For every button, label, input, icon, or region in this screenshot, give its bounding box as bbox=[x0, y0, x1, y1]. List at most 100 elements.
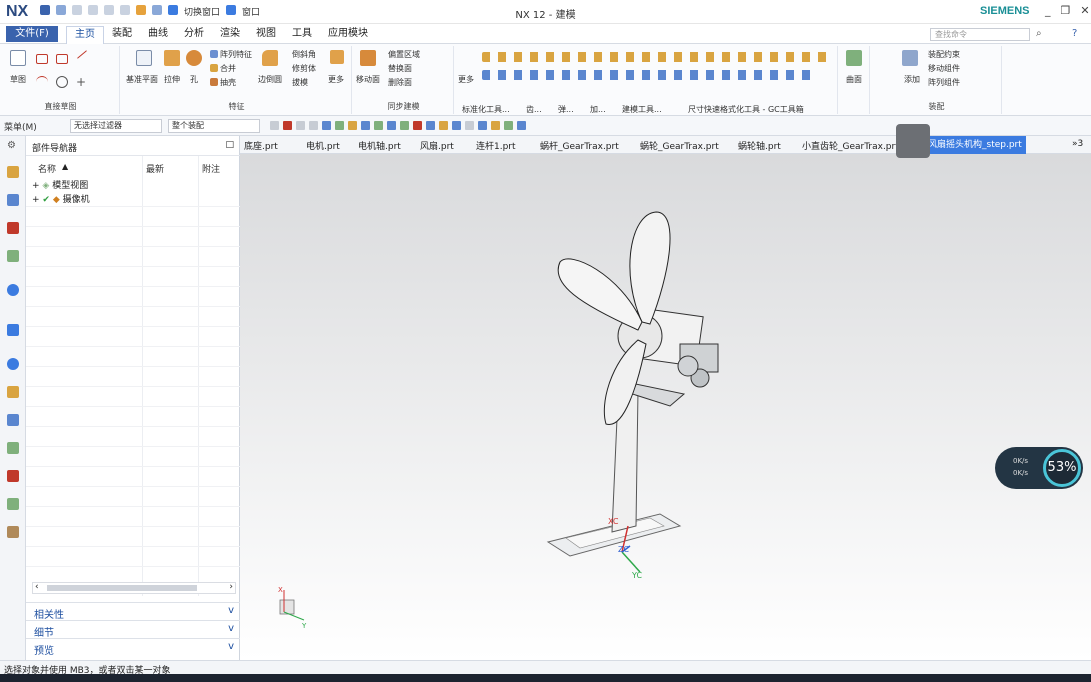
extrude-button[interactable]: 拉伸 bbox=[164, 74, 180, 85]
chevron-down-icon[interactable]: v bbox=[228, 641, 234, 652]
network-monitor-widget[interactable]: 0K/s 0K/s 53% bbox=[995, 447, 1083, 489]
main-menu-button[interactable]: 菜单(M) bbox=[4, 120, 37, 133]
hd3d-tools-icon[interactable] bbox=[7, 284, 19, 296]
snap-icon-10[interactable] bbox=[387, 121, 396, 130]
snap-icon-19[interactable] bbox=[504, 121, 513, 130]
pattern-feature-button[interactable]: 阵列特征 bbox=[220, 49, 252, 60]
offset-region-button[interactable]: 偏置区域 bbox=[388, 49, 420, 60]
snap-icon-14[interactable] bbox=[439, 121, 448, 130]
datum-plane-button[interactable]: 基准平面 bbox=[126, 74, 158, 85]
file-menu-button[interactable]: 文件(F) bbox=[6, 26, 58, 42]
chamfer-button[interactable]: 倒斜角 bbox=[292, 49, 316, 60]
system-scene-icon[interactable] bbox=[7, 470, 19, 482]
rectangle-icon[interactable] bbox=[56, 54, 68, 64]
shell-icon[interactable] bbox=[210, 78, 218, 86]
selection-scope-dropdown[interactable]: 整个装配 bbox=[168, 119, 260, 133]
draft-button[interactable]: 拔模 bbox=[292, 77, 308, 88]
move-face-button[interactable]: 移动面 bbox=[356, 74, 380, 85]
group-label-dimension-format[interactable]: 尺寸快速格式化工具 - GC工具箱 bbox=[688, 104, 804, 115]
tab-applications[interactable]: 应用模块 bbox=[320, 26, 376, 44]
edge-blend-button[interactable]: 边倒圆 bbox=[258, 74, 282, 85]
snap-icon-20[interactable] bbox=[517, 121, 526, 130]
snap-icon-3[interactable] bbox=[296, 121, 305, 130]
snap-icon-4[interactable] bbox=[309, 121, 318, 130]
view-triad-cube[interactable] bbox=[279, 599, 295, 615]
column-header-latest[interactable]: 最新 bbox=[146, 162, 164, 175]
snap-icon-9[interactable] bbox=[374, 121, 383, 130]
gear-large[interactable] bbox=[677, 355, 699, 377]
surface-icon[interactable] bbox=[846, 50, 862, 66]
part-navigator-icon[interactable] bbox=[7, 222, 19, 234]
snap-icon-6[interactable] bbox=[335, 121, 344, 130]
command-search-input[interactable]: 查找命令 bbox=[930, 28, 1030, 41]
graphics-window[interactable]: XC ZC YC X Y bbox=[240, 154, 1091, 660]
help-icon[interactable]: ? bbox=[1072, 28, 1077, 39]
unite-icon[interactable] bbox=[210, 64, 218, 72]
trim-body-button[interactable]: 修剪体 bbox=[292, 63, 316, 74]
history-icon[interactable] bbox=[7, 358, 19, 370]
move-face-icon[interactable] bbox=[360, 50, 376, 66]
tab-curve[interactable]: 曲线 bbox=[140, 26, 176, 44]
panel-details[interactable]: 细节 v bbox=[26, 620, 240, 639]
column-header-name[interactable]: 名称 bbox=[38, 162, 56, 175]
tab-render[interactable]: 渲染 bbox=[212, 26, 248, 44]
chevron-down-icon[interactable]: v bbox=[228, 623, 234, 634]
group-label-spring[interactable]: 弹... bbox=[558, 104, 574, 115]
group-label-process[interactable]: 加... bbox=[590, 104, 606, 115]
move-component-button[interactable]: 移动组件 bbox=[928, 63, 960, 74]
hole-button[interactable]: 孔 bbox=[190, 74, 198, 85]
snap-icon-2[interactable] bbox=[283, 121, 292, 130]
add-component-button[interactable]: 添加 bbox=[904, 74, 920, 85]
file-tab[interactable]: 电机.prt bbox=[306, 139, 340, 152]
snap-icon-17[interactable] bbox=[478, 121, 487, 130]
gc-tools-row1[interactable] bbox=[482, 52, 832, 62]
constraint-navigator-icon[interactable] bbox=[7, 194, 19, 206]
circle-icon[interactable] bbox=[56, 76, 68, 88]
tab-home[interactable]: 主页 bbox=[66, 26, 104, 44]
scrollbar-thumb[interactable] bbox=[47, 585, 197, 591]
file-tab[interactable]: 连杆1.prt bbox=[476, 139, 516, 152]
group-label-gear[interactable]: 齿... bbox=[526, 104, 542, 115]
snap-icon-5[interactable] bbox=[322, 121, 331, 130]
group-label-standard-tools[interactable]: 标准化工具... bbox=[462, 104, 510, 115]
manufacturing-wizard-icon[interactable] bbox=[7, 498, 19, 510]
file-tab-active[interactable]: 风扇摇头机构_step.prt bbox=[924, 136, 1026, 154]
close-icon[interactable]: ✕ bbox=[1080, 4, 1089, 17]
tab-view[interactable]: 视图 bbox=[248, 26, 284, 44]
assembly-navigator-icon[interactable] bbox=[7, 166, 19, 178]
snap-icon-13[interactable] bbox=[426, 121, 435, 130]
file-tab[interactable]: 电机轴.prt bbox=[358, 139, 401, 152]
snap-icon-16[interactable] bbox=[465, 121, 474, 130]
document-icon[interactable] bbox=[7, 526, 19, 538]
surface-button[interactable]: 曲面 bbox=[846, 74, 862, 85]
snap-icon-1[interactable] bbox=[270, 121, 279, 130]
file-tab[interactable]: 小直齿轮_GearTrax.prt bbox=[802, 139, 899, 152]
reuse-library-icon[interactable] bbox=[7, 250, 19, 262]
tab-analysis[interactable]: 分析 bbox=[176, 26, 212, 44]
expand-icon[interactable]: + bbox=[32, 195, 40, 205]
shell-button[interactable]: 抽壳 bbox=[220, 77, 236, 88]
more-sync-button[interactable]: 更多 bbox=[458, 74, 474, 85]
profile-icon[interactable] bbox=[36, 54, 48, 64]
sketch-icon[interactable] bbox=[10, 50, 26, 66]
system-materials-icon[interactable] bbox=[7, 386, 19, 398]
panel-dependencies[interactable]: 相关性 v bbox=[26, 602, 240, 621]
minimize-icon[interactable]: _ bbox=[1045, 4, 1051, 17]
pattern-component-button[interactable]: 阵列组件 bbox=[928, 77, 960, 88]
snap-icon-18[interactable] bbox=[491, 121, 500, 130]
assembly-constraint-button[interactable]: 装配约束 bbox=[928, 49, 960, 60]
tab-tools[interactable]: 工具 bbox=[284, 26, 320, 44]
file-tab[interactable]: 风扇.prt bbox=[420, 139, 454, 152]
snap-icon-15[interactable] bbox=[452, 121, 461, 130]
tree-item-model-views[interactable]: + ◈ 模型视图 bbox=[32, 178, 88, 191]
arc-icon[interactable] bbox=[36, 76, 48, 88]
scroll-left-icon[interactable]: ‹ bbox=[35, 582, 39, 592]
snap-icon-12[interactable] bbox=[413, 121, 422, 130]
usb-drive-icon[interactable] bbox=[896, 124, 930, 158]
chevron-down-icon[interactable]: v bbox=[228, 605, 234, 616]
line-icon[interactable] bbox=[77, 50, 87, 59]
expand-icon[interactable]: + bbox=[32, 181, 40, 191]
hole-icon[interactable] bbox=[186, 50, 202, 66]
file-tab[interactable]: 底座.prt bbox=[244, 139, 278, 152]
maximize-panel-icon[interactable]: □ bbox=[225, 140, 234, 150]
